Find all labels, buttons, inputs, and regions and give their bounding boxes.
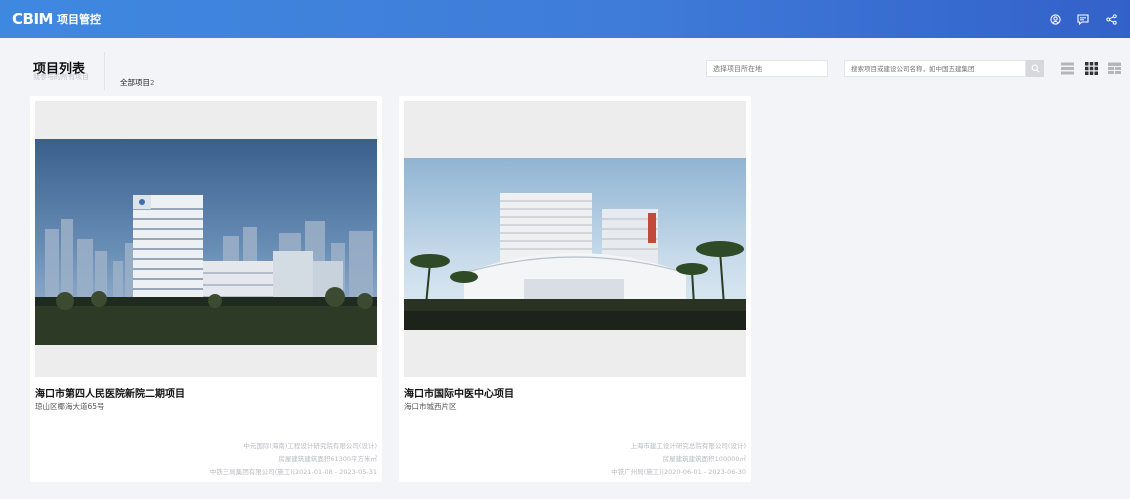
page-subtitle: 我参与的所有项目 xyxy=(33,73,89,81)
top-bar: CBIM 项目管控 xyxy=(0,0,1130,38)
grid-view-button[interactable] xyxy=(1085,62,1098,75)
user-circle-icon[interactable] xyxy=(1048,12,1062,26)
project-address: 琼山区椰海大道65号 xyxy=(35,402,105,411)
table-view-button[interactable] xyxy=(1108,62,1121,75)
hospital-rendering-image xyxy=(35,101,377,377)
project-card[interactable]: 海口市国际中医中心项目 海口市城西片区 上海市建工设计研究总院有限公司(设计) … xyxy=(399,96,751,482)
tab-all-projects-count: 2 xyxy=(150,79,155,87)
table-view-icon xyxy=(1108,62,1121,75)
list-view-button[interactable] xyxy=(1061,62,1074,75)
project-image xyxy=(35,101,377,377)
project-title[interactable]: 海口市国际中医中心项目 xyxy=(404,385,514,400)
share-icon[interactable] xyxy=(1104,12,1118,26)
app-logo[interactable]: CBIM 项目管控 xyxy=(12,10,101,28)
page-header: 项目列表 我参与的所有项目 全部项目2 xyxy=(0,38,1130,96)
grid-view-icon xyxy=(1085,62,1098,75)
header-divider xyxy=(104,52,105,90)
list-view-icon xyxy=(1061,62,1074,75)
project-card[interactable]: 海口市第四人民医院新院二期项目 琼山区椰海大道65号 中元国际(海南)工程设计研… xyxy=(30,96,382,482)
app-name: 项目管控 xyxy=(56,13,101,26)
logo-mark: CBIM xyxy=(12,10,53,28)
top-actions xyxy=(1048,12,1118,26)
project-design-company: 中元国际(海南)工程设计研究院有限公司(设计) xyxy=(243,442,377,450)
project-area: 房屋建筑建筑面积61300平方米㎡ xyxy=(278,455,377,463)
project-image xyxy=(404,101,746,377)
project-address: 海口市城西片区 xyxy=(404,402,457,411)
search-input[interactable] xyxy=(844,60,1026,77)
project-title[interactable]: 海口市第四人民医院新院二期项目 xyxy=(35,385,185,400)
project-construction: 中铁三局集团有限公司(施工)|2021-01-08 - 2023-05-31 xyxy=(209,468,377,476)
message-icon[interactable] xyxy=(1076,12,1090,26)
search-icon xyxy=(1031,64,1040,73)
hospital-rendering-image xyxy=(404,101,746,377)
search-button[interactable] xyxy=(1026,60,1044,77)
tab-all-projects-label: 全部项目 xyxy=(120,78,150,87)
project-construction: 中铁广州局(施工)|2020-06-01 - 2023-06-30 xyxy=(611,468,746,476)
tab-all-projects[interactable]: 全部项目2 xyxy=(120,77,154,88)
location-select[interactable] xyxy=(706,60,828,77)
project-design-company: 上海市建工设计研究总院有限公司(设计) xyxy=(630,442,746,450)
project-area: 房屋建筑建筑面积100000㎡ xyxy=(662,455,746,463)
